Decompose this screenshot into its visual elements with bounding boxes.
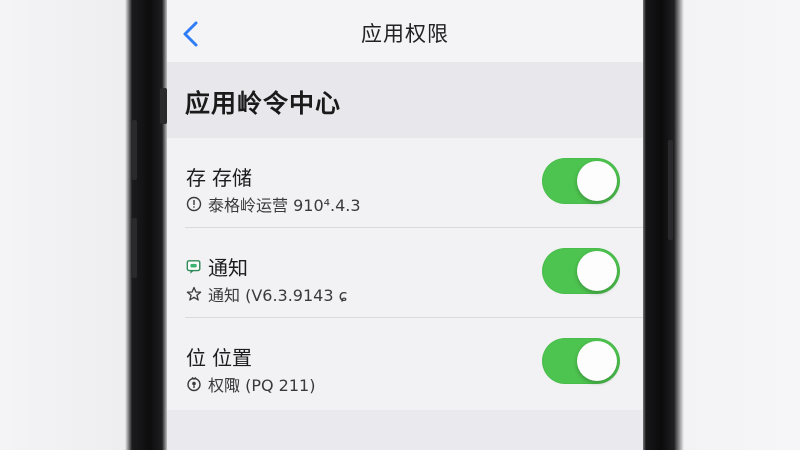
chat-bubble-icon xyxy=(186,259,202,275)
bottom-background xyxy=(167,410,643,450)
row-title: 通知 xyxy=(186,252,248,281)
permission-row-storage[interactable]: 存 存储 泰格岭运营 910⁴.4.3 xyxy=(167,138,643,228)
phone-screen: 应用权限 应用岭令中心 存 存储 泰格岭运营 910⁴.4.3 通知 通知 (V… xyxy=(167,0,643,450)
permission-row-location[interactable]: 位 位置 权陬 (PQ 211) xyxy=(167,318,643,408)
location-pin-icon xyxy=(186,376,202,392)
page-title: 应用权限 xyxy=(361,22,449,46)
row-title: 存 存储 xyxy=(186,162,252,191)
row-subtitle: 权陬 (PQ 211) xyxy=(186,372,315,396)
navigation-bar: 应用权限 xyxy=(167,0,643,62)
info-circle-icon xyxy=(186,196,202,212)
storage-toggle[interactable] xyxy=(542,158,620,204)
phone-bezel-right xyxy=(640,0,800,450)
row-subtitle-text: 泰格岭运营 910⁴.4.3 xyxy=(208,196,361,215)
row-subtitle: 通知 (V6.3.9143 ɕ xyxy=(186,282,347,306)
row-subtitle-text: 权陬 (PQ 211) xyxy=(208,376,316,395)
row-title: 位 位置 xyxy=(186,342,252,371)
section-header: 应用岭令中心 xyxy=(167,62,643,138)
permission-row-notifications[interactable]: 通知 通知 (V6.3.9143 ɕ xyxy=(167,228,643,318)
phone-side-button xyxy=(160,88,167,124)
toggle-knob xyxy=(577,161,617,201)
phone-power-button xyxy=(668,140,673,240)
permissions-list: 存 存储 泰格岭运营 910⁴.4.3 通知 通知 (V6.3.9143 ɕ 位… xyxy=(167,138,643,410)
row-title-label: 存储 xyxy=(212,166,252,190)
phone-bezel-left xyxy=(0,0,170,450)
row-title-prefix: 位 xyxy=(186,346,206,370)
row-title-prefix: 存 xyxy=(186,166,206,190)
star-icon xyxy=(186,286,202,302)
toggle-knob xyxy=(577,251,617,291)
toggle-knob xyxy=(577,341,617,381)
phone-volume-button xyxy=(132,218,137,278)
row-title-label: 通知 xyxy=(208,256,248,280)
row-subtitle: 泰格岭运营 910⁴.4.3 xyxy=(186,192,361,216)
location-toggle[interactable] xyxy=(542,338,620,384)
phone-volume-button xyxy=(132,120,137,180)
notifications-toggle[interactable] xyxy=(542,248,620,294)
section-title: 应用岭令中心 xyxy=(185,89,342,118)
row-title-label: 位置 xyxy=(212,346,252,370)
row-subtitle-text: 通知 (V6.3.9143 ɕ xyxy=(208,286,348,305)
